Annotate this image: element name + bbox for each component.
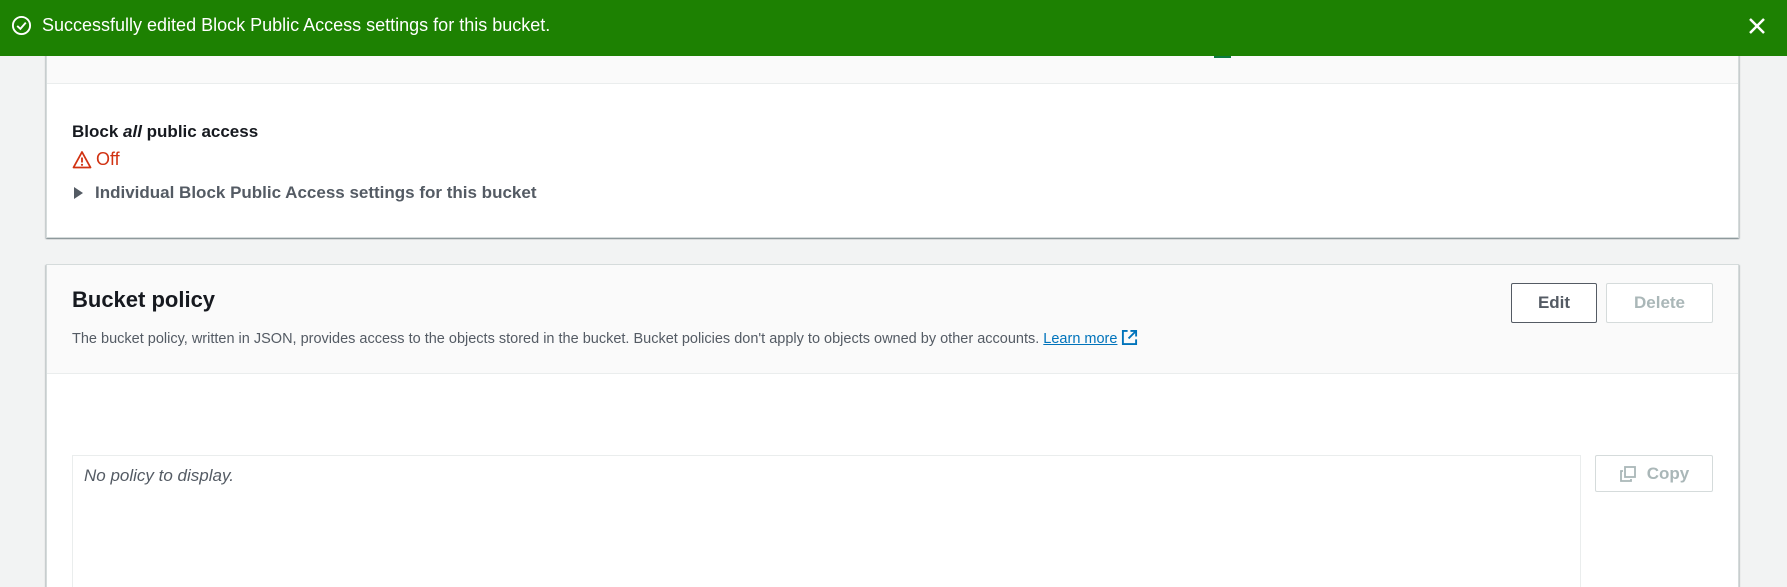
page: Successfully edited Block Public Access … <box>0 0 1787 587</box>
empty-policy-text: No policy to display. <box>84 466 234 485</box>
block-public-access-status: Off <box>72 149 120 170</box>
bucket-policy-header: Bucket policy The bucket policy, written… <box>47 265 1738 374</box>
delete-button: Delete <box>1606 283 1713 323</box>
edit-button[interactable]: Edit <box>1511 283 1597 323</box>
copy-label: Copy <box>1646 463 1690 483</box>
success-flash-banner: Successfully edited Block Public Access … <box>0 0 1787 56</box>
copy-icon <box>1619 465 1636 482</box>
learn-more-link[interactable]: Learn more <box>1043 331 1117 347</box>
caret-right-icon <box>74 187 83 199</box>
bucket-policy-title: Bucket policy <box>72 287 216 312</box>
bucket-policy-description: The bucket policy, written in JSON, prov… <box>72 329 1138 347</box>
policy-display-box: No policy to display. <box>72 455 1581 587</box>
block-all-public-access-label: Block all public access <box>72 122 259 141</box>
external-link-icon[interactable] <box>1121 329 1138 346</box>
bucket-policy-card: Bucket policy The bucket policy, written… <box>46 264 1739 587</box>
close-icon[interactable] <box>1745 14 1769 38</box>
copy-button: Copy <box>1595 455 1713 492</box>
warning-icon <box>72 150 92 168</box>
flash-message: Successfully edited Block Public Access … <box>42 15 551 35</box>
expander-label: Individual Block Public Access settings … <box>95 183 537 202</box>
status-text: Off <box>96 149 120 169</box>
check-circle-icon <box>11 15 32 36</box>
individual-settings-expander[interactable]: Individual Block Public Access settings … <box>74 183 536 203</box>
